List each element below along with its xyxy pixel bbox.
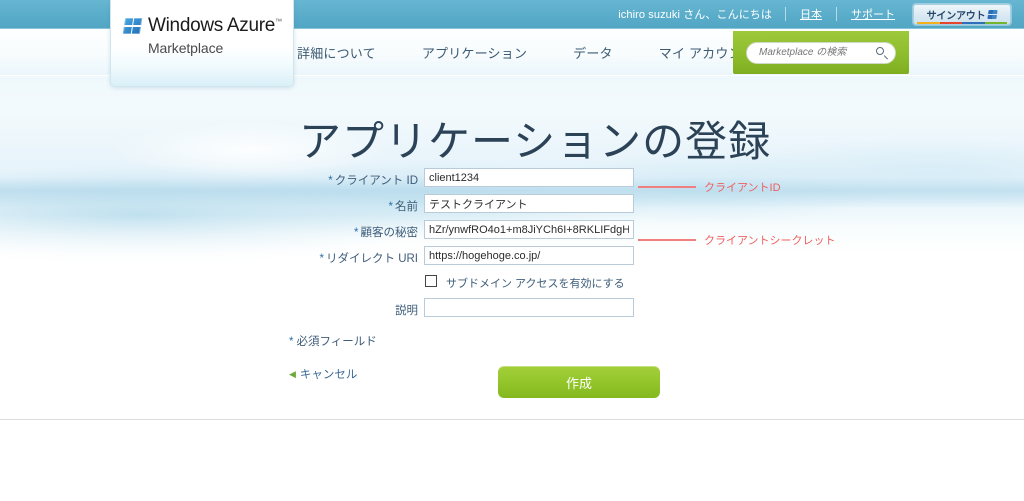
windows-flag-icon bbox=[987, 10, 999, 19]
form-row-name: * 名前 bbox=[0, 194, 1024, 220]
user-greeting: ichiro suzuki さん、こんにちは bbox=[618, 9, 772, 21]
page-root: ichiro suzuki さん、こんにちは 日本 サポート サインアウト 詳細… bbox=[0, 0, 1024, 501]
form-row-client-id: * クライアント ID bbox=[0, 168, 1024, 194]
create-button[interactable]: 作成 bbox=[498, 366, 660, 398]
cancel-link[interactable]: ◀ キャンセル bbox=[289, 366, 357, 382]
form-row-redirect-uri: * リダイレクト URI bbox=[0, 246, 1024, 272]
search-icon[interactable] bbox=[875, 46, 889, 60]
description-input[interactable] bbox=[424, 298, 634, 317]
nav-item-about[interactable]: 詳細について bbox=[297, 43, 400, 62]
signout-label: サインアウト bbox=[926, 11, 986, 22]
signout-button[interactable]: サインアウト bbox=[913, 4, 1011, 25]
form-row-client-secret: * 顧客の秘密 bbox=[0, 220, 1024, 246]
top-utility-items: ichiro suzuki さん、こんにちは 日本 サポート bbox=[618, 0, 909, 28]
subdomain-access-label[interactable]: サブドメイン アクセスを有効にする bbox=[446, 275, 625, 291]
name-input[interactable] bbox=[424, 194, 634, 213]
label-redirect-uri: * リダイレクト URI bbox=[319, 253, 418, 265]
site-logo[interactable]: Windows Azure™ Marketplace bbox=[110, 0, 294, 87]
label-description: 説明 bbox=[395, 305, 418, 317]
search-input[interactable] bbox=[757, 46, 875, 59]
registration-form: *クライアント ID *名前 *顧客の秘密 *リダイレクト URI サブドメイン… bbox=[0, 168, 1024, 324]
search-box[interactable] bbox=[746, 41, 896, 64]
brand-name: Windows Azure™ bbox=[148, 15, 282, 36]
required-note-row: * 必須フィールド bbox=[0, 333, 1024, 349]
label-client-secret: * 顧客の秘密 bbox=[354, 227, 418, 239]
redirect-uri-input[interactable] bbox=[424, 246, 634, 265]
region-link[interactable]: 日本 bbox=[786, 6, 836, 22]
windows-color-underline bbox=[917, 22, 1007, 24]
windows-flag-icon bbox=[122, 18, 143, 34]
client-id-input[interactable] bbox=[424, 168, 634, 187]
search-panel bbox=[733, 31, 909, 74]
brand-subtitle: Marketplace bbox=[148, 40, 224, 56]
form-row-subdomain-access: サブドメイン アクセスを有効にする bbox=[0, 272, 1024, 298]
label-client-id: * クライアント ID bbox=[328, 175, 418, 187]
nav-item-data[interactable]: データ bbox=[573, 43, 637, 62]
logo-row: Windows Azure™ bbox=[122, 15, 282, 37]
form-row-description: 説明 bbox=[0, 298, 1024, 324]
left-arrow-icon: ◀ bbox=[289, 369, 296, 379]
subdomain-access-checkbox[interactable] bbox=[425, 275, 437, 287]
nav-item-applications[interactable]: アプリケーション bbox=[422, 43, 551, 62]
page-footer bbox=[0, 420, 1024, 501]
label-name: * 名前 bbox=[388, 201, 418, 213]
required-fields-note: * 必須フィールド bbox=[289, 336, 377, 348]
page-title: アプリケーションの登録 bbox=[299, 118, 772, 165]
client-secret-input[interactable] bbox=[424, 220, 634, 239]
support-link[interactable]: サポート bbox=[837, 6, 909, 22]
trademark-mark: ™ bbox=[275, 18, 282, 26]
